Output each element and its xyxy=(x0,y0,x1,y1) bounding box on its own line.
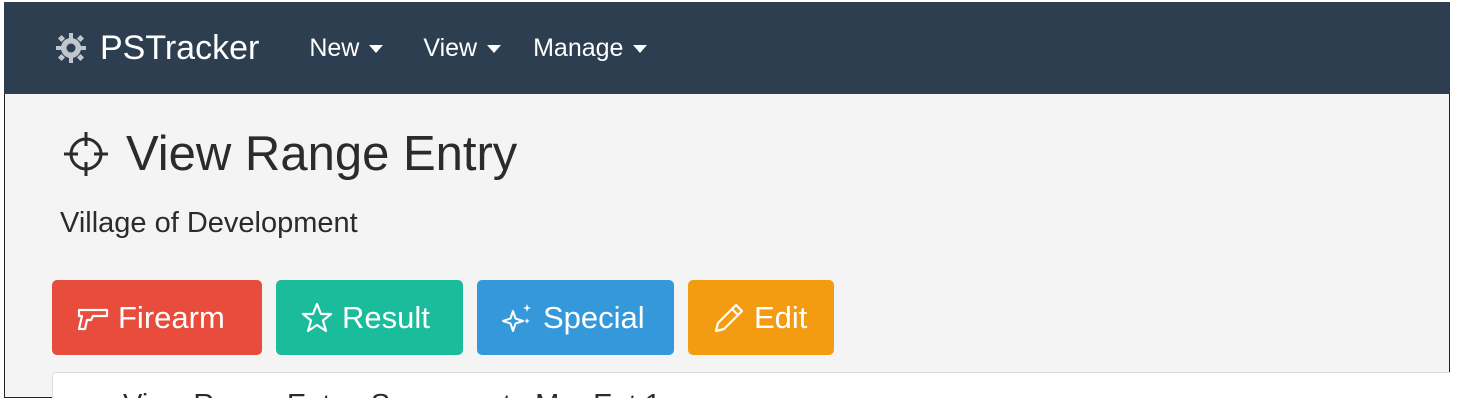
sparkles-icon xyxy=(501,301,535,335)
brand[interactable]: PSTracker xyxy=(54,29,259,68)
gear-logo-icon xyxy=(54,31,88,65)
pencil-icon xyxy=(712,301,746,335)
nav-menu-manage[interactable]: Manage xyxy=(533,33,648,63)
special-button-label: Special xyxy=(543,299,645,335)
caret-down-icon xyxy=(369,45,384,53)
firearm-button-label: Firearm xyxy=(118,299,225,335)
pistol-icon xyxy=(76,301,110,335)
action-toolbar: Firearm Result Special Edit xyxy=(52,280,848,355)
caret-down-icon xyxy=(633,45,648,53)
caret-down-icon xyxy=(487,45,502,53)
details-card: View Range Entry: Sacramento Mar Ent 1 xyxy=(52,372,1450,398)
card-heading: View Range Entry: Sacramento Mar Ent 1 xyxy=(123,389,661,398)
nav-menu-view[interactable]: View xyxy=(423,33,502,63)
page-subtitle: Village of Development xyxy=(60,207,358,239)
firearm-button[interactable]: Firearm xyxy=(52,280,262,355)
edit-button-label: Edit xyxy=(754,299,808,335)
nav-menu-manage-label: Manage xyxy=(533,33,624,62)
crosshair-icon xyxy=(60,128,112,180)
page-header: View Range Entry xyxy=(60,126,517,182)
nav-menu-new-label: New xyxy=(309,33,360,62)
star-icon xyxy=(300,301,334,335)
result-button[interactable]: Result xyxy=(276,280,463,355)
edit-button[interactable]: Edit xyxy=(688,280,834,355)
app-window: PSTracker New View Manage View Range Ent… xyxy=(4,2,1450,398)
result-button-label: Result xyxy=(342,299,430,335)
top-navbar: PSTracker New View Manage xyxy=(4,2,1450,94)
nav-menu-view-label: View xyxy=(423,33,478,62)
page-title: View Range Entry xyxy=(126,127,518,181)
nav-menu-new[interactable]: New xyxy=(309,33,384,63)
brand-name: PSTracker xyxy=(100,28,260,67)
special-button[interactable]: Special xyxy=(477,280,674,355)
